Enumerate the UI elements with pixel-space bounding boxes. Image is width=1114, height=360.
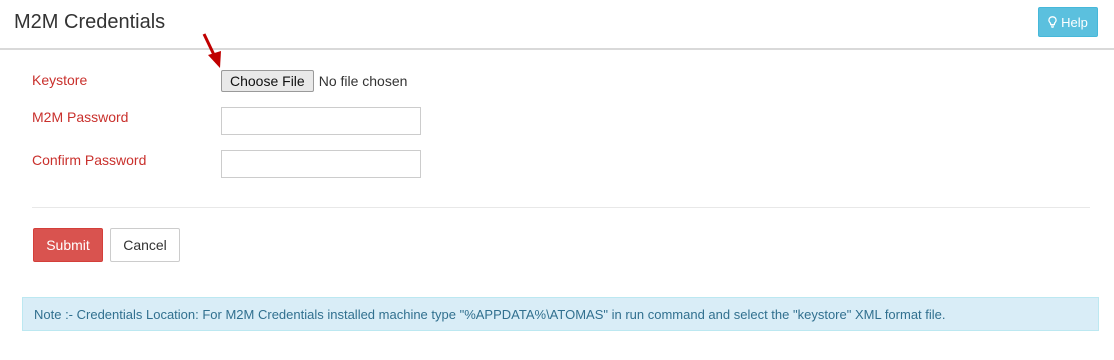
m2m-password-input[interactable] [221, 107, 421, 135]
keystore-label: Keystore [32, 72, 88, 88]
confirm-password-input[interactable] [221, 150, 421, 178]
help-button[interactable]: Help [1038, 7, 1098, 37]
cancel-button[interactable]: Cancel [110, 228, 180, 262]
confirm-password-label: Confirm Password [32, 152, 147, 168]
form-divider [32, 207, 1090, 208]
lightbulb-icon [1048, 16, 1057, 28]
m2m-password-label: M2M Password [32, 109, 129, 125]
choose-file-button[interactable]: Choose File [221, 70, 314, 92]
keystore-file-input: Choose File No file chosen [221, 70, 407, 92]
help-label: Help [1061, 14, 1088, 30]
page-header: M2M Credentials Help [0, 0, 1114, 50]
page-title: M2M Credentials [14, 11, 166, 33]
red-arrow-icon [202, 33, 221, 68]
file-status-text: No file chosen [318, 73, 408, 89]
submit-button[interactable]: Submit [33, 228, 103, 262]
credentials-location-note: Note :- Credentials Location: For M2M Cr… [22, 297, 1099, 331]
